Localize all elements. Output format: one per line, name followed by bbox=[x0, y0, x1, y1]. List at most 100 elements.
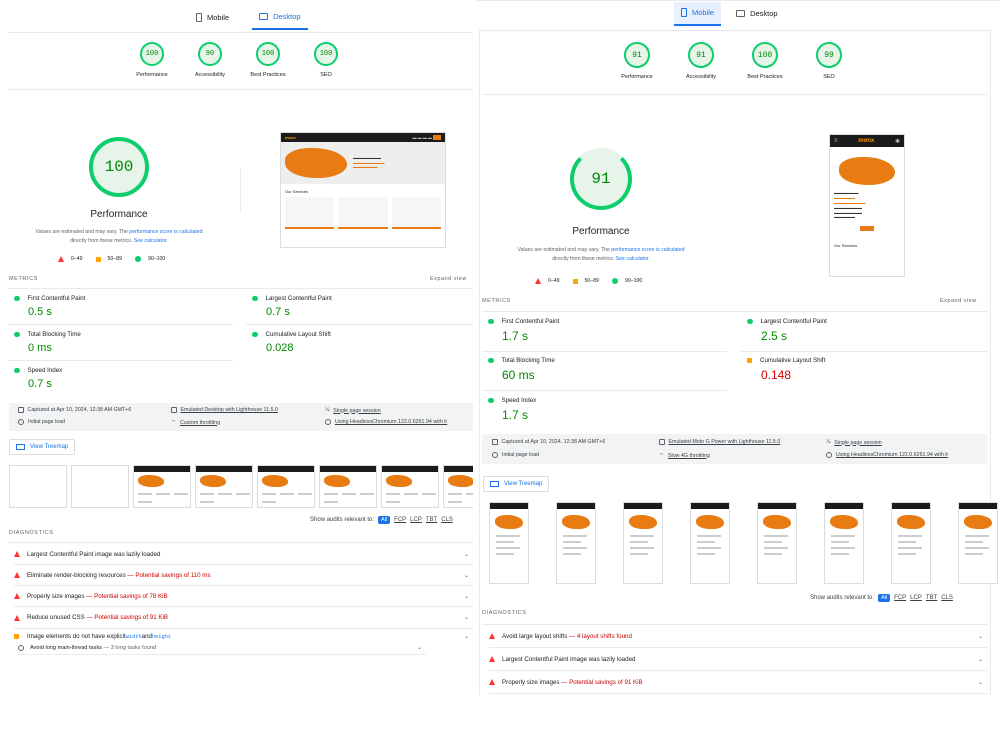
score-ring: 99 bbox=[816, 42, 842, 68]
treemap-icon bbox=[490, 481, 499, 487]
browser-link[interactable]: Using HeadlessChromium 122.0.6261.94 wit… bbox=[335, 419, 447, 425]
gauge-performance[interactable]: 100 Performance bbox=[120, 42, 184, 78]
filter-tbt[interactable]: TBT bbox=[926, 595, 937, 601]
throttling-link[interactable]: Custom throttling bbox=[180, 420, 220, 426]
filmstrip-frame bbox=[623, 502, 663, 584]
monitor-icon bbox=[736, 10, 746, 17]
score-calc-link[interactable]: performance score is calculated bbox=[611, 247, 684, 253]
emulation-link[interactable]: Emulated Moto G Power with Lighthouse 11… bbox=[669, 439, 781, 445]
device-tabs: Mobile Desktop bbox=[189, 6, 308, 30]
device-icon bbox=[171, 407, 177, 413]
filter-cls[interactable]: CLS bbox=[441, 517, 453, 523]
filter-tbt[interactable]: TBT bbox=[426, 517, 437, 523]
filter-fcp[interactable]: FCP bbox=[394, 517, 406, 523]
audit-row[interactable]: Largest Contentful Paint image was lazil… bbox=[14, 544, 473, 565]
gauge-performance[interactable]: 91 Performance bbox=[605, 42, 669, 80]
audit-row[interactable]: Avoid large layout shifts — 4 layout shi… bbox=[489, 625, 987, 648]
phone-icon bbox=[196, 13, 202, 22]
score-ring: 91 bbox=[688, 42, 714, 68]
emulation-link[interactable]: Emulated Desktop with Lighthouse 11.5.0 bbox=[181, 407, 278, 413]
score-gauges: 100 Performance 90 Accessibility 100 Best P… bbox=[120, 42, 358, 78]
gauge-accessibility[interactable]: 91 Accessibility bbox=[669, 42, 733, 80]
chevron-down-icon: ⌄ bbox=[463, 615, 469, 621]
note-text-2: directly from these metrics. bbox=[70, 237, 134, 244]
metric-lcp: Largest Contentful Paint 0.7 s bbox=[252, 295, 332, 318]
filter-all[interactable]: All bbox=[378, 516, 391, 524]
filter-label: Show audits relevant to: bbox=[810, 595, 875, 601]
throttling-link[interactable]: Slow 4G throttling bbox=[668, 453, 710, 459]
audit-title: Properly size images bbox=[502, 678, 560, 686]
divider bbox=[8, 89, 473, 90]
metric-name: Total Blocking Time bbox=[27, 331, 81, 338]
view-treemap-button[interactable]: View Treemap bbox=[9, 439, 76, 455]
calendar-icon bbox=[492, 439, 498, 445]
average-square-icon bbox=[747, 358, 752, 363]
metric-fcp: First Contentful Paint 0.5 s bbox=[14, 295, 85, 318]
score-ring: 91 bbox=[624, 42, 650, 68]
browser-link[interactable]: Using HeadlessChromium 122.0.6261.94 wit… bbox=[836, 452, 948, 458]
divider bbox=[240, 168, 241, 213]
filter-lcp[interactable]: LCP bbox=[910, 595, 922, 601]
cta-button-graphic bbox=[860, 226, 874, 232]
pass-circle-icon bbox=[611, 278, 618, 284]
audit-row[interactable]: Avoid long main-thread tasks — 3 long ta… bbox=[18, 641, 426, 655]
divider bbox=[479, 30, 480, 695]
gauge-best-practices[interactable]: 100 Best Practices bbox=[236, 42, 300, 78]
filter-all[interactable]: All bbox=[878, 594, 891, 602]
session-link[interactable]: Single page session bbox=[834, 440, 881, 446]
runtime-settings: Captured at Apr 10, 2024, 12:38 AM GMT+6… bbox=[9, 403, 473, 431]
audit-row[interactable]: Reduce unused CSS — Potential savings of… bbox=[14, 607, 473, 629]
average-square-icon bbox=[14, 634, 19, 639]
treemap-label: View Treemap bbox=[30, 444, 69, 450]
legend-fail: 0–49 bbox=[535, 278, 560, 284]
score-calc-link[interactable]: performance score is calculated bbox=[129, 229, 202, 235]
expand-view-toggle[interactable]: Expand view bbox=[430, 276, 467, 282]
initial-load: Initial page load bbox=[28, 419, 66, 425]
divider bbox=[477, 0, 1000, 1]
legend-pass: 90–100 bbox=[134, 256, 165, 262]
metric-value: 0.148 bbox=[761, 368, 792, 382]
tab-desktop-label: Desktop bbox=[750, 9, 778, 18]
diagnostics-heading: DIAGNOSTICS bbox=[482, 610, 527, 616]
audit-row[interactable]: Properly size images — Potential savings… bbox=[14, 586, 473, 607]
tab-mobile[interactable]: Mobile bbox=[674, 2, 722, 26]
metric-name: Largest Contentful Paint bbox=[265, 295, 332, 302]
metrics-heading: METRICS bbox=[9, 276, 38, 282]
audit-row[interactable]: Properly size images — Potential savings… bbox=[489, 671, 987, 694]
filter-lcp[interactable]: LCP bbox=[410, 517, 422, 523]
expand-view-toggle[interactable]: Expand view bbox=[940, 298, 977, 304]
note-text-1: Values are estimated and may vary. The bbox=[517, 247, 612, 253]
fail-triangle-icon bbox=[14, 551, 20, 557]
filmstrip-frame bbox=[9, 465, 67, 508]
gauge-seo[interactable]: 100 SEO bbox=[294, 42, 358, 78]
filter-fcp[interactable]: FCP bbox=[894, 595, 906, 601]
tab-desktop[interactable]: Desktop bbox=[252, 6, 308, 30]
gauge-seo[interactable]: 99 SEO bbox=[797, 42, 861, 80]
gauge-accessibility[interactable]: 90 Accessibility bbox=[178, 42, 242, 78]
final-screenshot[interactable]: monx ▬ ▬ ▬ ▬ ▬▬ ▬▬▬▬▬▬▬▬ ▬▬▬▬▬▬▬▬▬ ▬▬▬▬▬▬▬ … bbox=[280, 132, 446, 248]
performance-score-ring: 100 bbox=[89, 137, 149, 197]
final-screenshot[interactable]: ≡ monx ✱ ▬▬▬▬▬▬▬ ▬▬▬▬▬▬ ▬▬▬▬▬▬▬▬▬ ▬▬▬▬▬▬▬▬ ▬▬▬… bbox=[829, 134, 905, 277]
audit-savings: — 4 layout shifts found bbox=[567, 632, 632, 640]
see-calculator-link[interactable]: See calculator. bbox=[616, 256, 650, 262]
tab-desktop[interactable]: Desktop bbox=[729, 2, 785, 26]
gauge-best-practices[interactable]: 100 Best Practices bbox=[733, 42, 797, 80]
gauge-label: Accessibility bbox=[686, 74, 716, 80]
world-map-graphic bbox=[285, 148, 347, 178]
see-calculator-link[interactable]: See calculator. bbox=[134, 238, 168, 244]
view-treemap-button[interactable]: View Treemap bbox=[483, 476, 550, 492]
tab-mobile[interactable]: Mobile bbox=[189, 6, 236, 30]
filmstrip-frame bbox=[891, 502, 931, 584]
metric-fcp: First Contentful Paint 1.7 s bbox=[488, 318, 559, 343]
audit-row[interactable]: Largest Contentful Paint image was lazil… bbox=[489, 648, 987, 671]
metric-name: Speed Index bbox=[501, 397, 537, 404]
fail-triangle-icon bbox=[489, 679, 495, 685]
fail-triangle-icon bbox=[58, 256, 64, 262]
divider bbox=[482, 94, 987, 95]
session-link[interactable]: Single page session bbox=[333, 408, 380, 414]
services-heading: Our Services bbox=[834, 243, 858, 249]
score-legend: 0–49 50–89 90–100 bbox=[535, 278, 642, 284]
audit-row[interactable]: Eliminate render-blocking resources — Po… bbox=[14, 565, 473, 586]
filter-cls[interactable]: CLS bbox=[941, 595, 953, 601]
note-text-2: directly from these metrics. bbox=[552, 255, 616, 262]
